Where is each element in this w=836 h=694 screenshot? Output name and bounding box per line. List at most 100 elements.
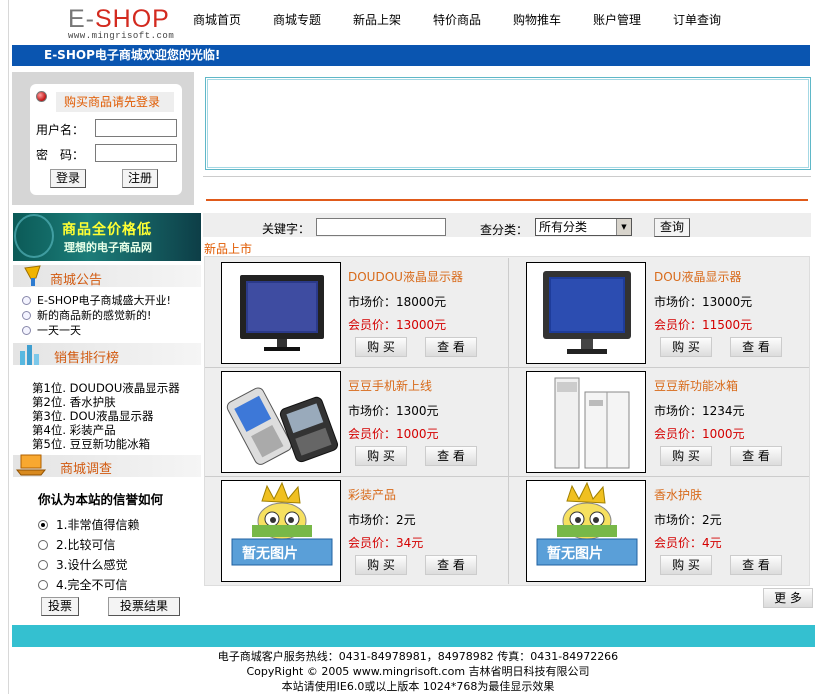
survey-option[interactable]: 1.非常值得信赖 [38,516,139,533]
ranking-item[interactable]: 第4位. 彩装产品 [32,423,116,437]
nav-topics[interactable]: 商城专题 [273,11,321,28]
chevron-down-icon[interactable]: ▼ [616,219,631,235]
nav-order-query[interactable]: 订单查询 [673,11,721,28]
product-name[interactable]: DOUDOU液晶显示器 [348,268,463,285]
bullet-icon [22,311,31,320]
grid-divider [205,367,809,368]
password-label: 密 码： [36,148,85,162]
page-left-border [8,0,9,694]
ranking-item[interactable]: 第1位. DOUDOU液晶显示器 [32,381,180,395]
buy-button[interactable]: 购 买 [355,446,407,466]
buy-button[interactable]: 购 买 [355,555,407,575]
product-member-price: 会员价：34元 [348,536,424,550]
product-member-price: 会员价：11500元 [654,318,753,332]
nav-account[interactable]: 账户管理 [593,11,641,28]
product-member-price: 会员价：1000元 [348,427,439,441]
register-button[interactable]: 注册 [122,169,158,188]
nav-shopping-cart[interactable]: 购物推车 [513,11,561,28]
survey-option[interactable]: 4.完全不可信 [38,576,127,593]
username-input[interactable] [95,119,177,137]
login-button[interactable]: 登录 [50,169,86,188]
view-button[interactable]: 查 看 [425,555,477,575]
view-button[interactable]: 查 看 [425,337,477,357]
more-button[interactable]: 更 多 [763,588,813,608]
product-name[interactable]: 豆豆新功能冰箱 [654,377,738,394]
password-input[interactable] [95,144,177,162]
notice-item[interactable]: 一天一天 [22,322,81,338]
buy-button[interactable]: 购 买 [660,446,712,466]
product-name[interactable]: 彩装产品 [348,486,396,503]
product-market-price: 市场价：18000元 [348,295,447,309]
survey-title: 商城调查 [60,462,113,477]
refrigerator-icon [554,377,630,469]
cartoon-mascot-icon [536,481,638,566]
laptop-icon [15,454,47,476]
notice-item[interactable]: E-SHOP电子商城盛大开业! [22,292,171,308]
product-member-price: 会员价：1000元 [654,427,745,441]
radio-button[interactable] [38,520,48,530]
banner-subline: 理想的电子商品网 [64,241,152,254]
view-button[interactable]: 查 看 [730,337,782,357]
monitor-icon [543,271,631,354]
nav-home[interactable]: 商城首页 [193,11,241,28]
bullet-icon [22,296,31,305]
product-market-price: 市场价：1234元 [654,404,745,418]
mobile-phone-icon [226,387,339,465]
nav-new-products[interactable]: 新品上架 [353,11,401,28]
notice-title: 商城公告 [50,273,103,288]
nav-special-offers[interactable]: 特价商品 [433,11,481,28]
grid-divider [205,476,809,477]
survey-option[interactable]: 3.设什么感觉 [38,556,127,573]
radio-button[interactable] [38,540,48,550]
footer-copyright: CopyRight © 2005 www.mingrisoft.com 吉林省明… [246,665,590,678]
megaphone-icon [24,265,41,286]
welcome-banner: E-SHOP电子商城欢迎您的光临! [12,45,810,66]
product-name[interactable]: DOU液晶显示器 [654,268,741,285]
product-image[interactable]: 暂无图片 [526,480,646,582]
survey-question: 你认为本站的信誉如何 [38,492,164,507]
ranking-item[interactable]: 第3位. DOU液晶显示器 [32,409,153,423]
no-image-text: 暂无图片 [547,546,603,562]
product-name[interactable]: 香水护肤 [654,486,702,503]
vote-results-button[interactable]: 投票结果 [108,597,180,616]
radio-button[interactable] [38,560,48,570]
product-image[interactable] [526,371,646,473]
radio-button[interactable] [38,580,48,590]
product-image[interactable] [526,262,646,364]
no-image-text: 暂无图片 [242,546,298,562]
ranking-item[interactable]: 第5位. 豆豆新功能冰箱 [32,437,150,451]
banner-circle-graphic [14,214,54,258]
product-image[interactable]: 暂无图片 [221,480,341,582]
bullet-icon [22,326,31,335]
vote-button[interactable]: 投票 [41,597,79,616]
red-dot-icon [36,91,47,102]
view-button[interactable]: 查 看 [730,555,782,575]
ranking-item[interactable]: 第2位. 香水护肤 [32,395,116,409]
orange-divider [206,199,808,201]
survey-option[interactable]: 2.比较可信 [38,536,115,553]
eshop-logo[interactable]: E-SHOP www.mingrisoft.com [68,6,178,46]
grid-divider [508,258,509,584]
product-member-price: 会员价：4元 [654,536,722,550]
monitor-icon [240,275,324,351]
product-market-price: 市场价：1300元 [348,404,439,418]
product-market-price: 市场价：2元 [348,513,416,527]
product-image[interactable] [221,371,341,473]
product-member-price: 会员价：13000元 [348,318,447,332]
buy-button[interactable]: 购 买 [355,337,407,357]
login-title: 购买商品请先登录 [56,92,174,112]
view-button[interactable]: 查 看 [425,446,477,466]
keyword-input[interactable] [316,218,446,236]
category-select[interactable]: 所有分类 ▼ [535,218,632,236]
buy-button[interactable]: 购 买 [660,555,712,575]
view-button[interactable]: 查 看 [730,446,782,466]
product-name[interactable]: 豆豆手机新上线 [348,377,432,394]
logo-url: www.mingrisoft.com [68,31,175,41]
product-image[interactable] [221,262,341,364]
keyword-label: 关键字： [262,222,311,236]
footer-bar [12,625,815,647]
notice-item[interactable]: 新的商品新的感觉新的! [22,307,151,323]
query-button[interactable]: 查询 [654,218,690,237]
divider-area [203,176,811,200]
buy-button[interactable]: 购 买 [660,337,712,357]
